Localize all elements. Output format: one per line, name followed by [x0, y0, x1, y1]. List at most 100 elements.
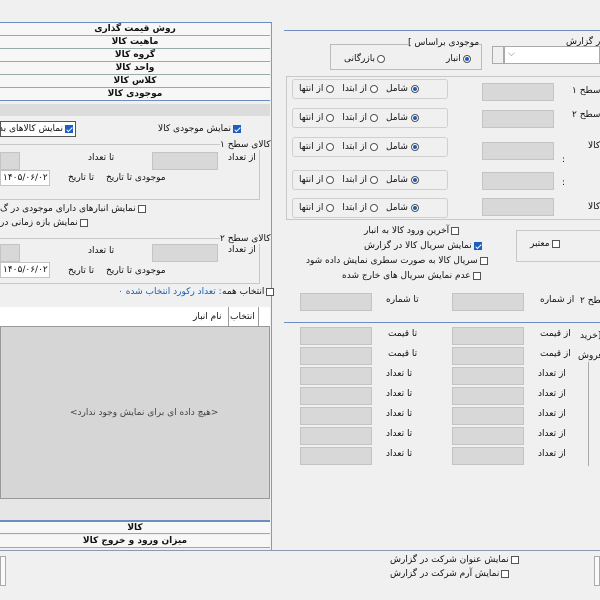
serial-row-checkbox[interactable]: سریال کالا به صورت سطری نمایش داده شود — [306, 256, 490, 266]
filter-mode-1[interactable]: شامل از ابتدا از انتها — [292, 79, 448, 99]
to-price-field-1[interactable] — [300, 327, 372, 345]
opt-include[interactable]: شامل — [386, 175, 421, 185]
radio-icon — [462, 54, 471, 63]
opt-include[interactable]: شامل — [386, 84, 421, 94]
radio-label: شامل — [385, 84, 408, 94]
from-qty-field-1[interactable] — [452, 367, 524, 385]
checkbox-label: معتبر — [530, 239, 550, 249]
report-combo[interactable]: ⌵ — [504, 46, 600, 64]
to-qty-field-5[interactable] — [300, 447, 372, 465]
grid-col-store[interactable]: نام انبار — [193, 312, 222, 322]
to-qty-field-1[interactable] — [300, 367, 372, 385]
opt-from-start[interactable]: از ابتدا — [342, 175, 380, 185]
grid-col-divider — [258, 307, 259, 327]
radio-label: از انتها — [299, 175, 324, 185]
level2-to-date-label: تا تاریخ — [68, 266, 95, 276]
filter-mode-4[interactable]: شامل از ابتدا از انتها — [292, 170, 448, 190]
right-panel-top-line — [284, 30, 600, 31]
opt-commercial-radio[interactable]: بازرگانی — [344, 54, 387, 64]
footer-right-button[interactable] — [594, 556, 600, 586]
header-goods[interactable]: کالا — [0, 521, 270, 534]
opt-from-start[interactable]: از ابتدا — [342, 142, 380, 152]
checkbox-icon — [233, 124, 242, 133]
filter-mode-5[interactable]: شامل از ابتدا از انتها — [292, 198, 448, 218]
opt-include[interactable]: شامل — [386, 203, 421, 213]
opt-from-end[interactable]: از انتها — [299, 84, 336, 94]
opt-include[interactable]: شامل — [386, 113, 421, 123]
radio-icon — [410, 176, 419, 184]
opt-from-end[interactable]: از انتها — [299, 203, 336, 213]
valid-checkbox[interactable]: معتبر — [530, 239, 562, 249]
header-label: میزان ورود و خروج کالا — [82, 536, 188, 546]
radio-icon — [410, 204, 419, 212]
from-qty-label-2: از تعداد — [538, 389, 566, 399]
level2-stock-date-label: موجودی تا تاریخ — [106, 266, 166, 276]
level1-to-qty-field[interactable] — [0, 152, 20, 170]
header-pricing-method[interactable]: روش قیمت گذاری — [0, 23, 270, 36]
show-company-title-checkbox[interactable]: نمایش عنوان شرکت در گزارش — [390, 555, 521, 565]
radio-icon — [326, 143, 335, 151]
to-qty-field-2[interactable] — [300, 387, 372, 405]
from-price-field-2[interactable] — [452, 347, 524, 365]
opt-from-end[interactable]: از انتها — [299, 175, 336, 185]
from-number-field[interactable] — [452, 293, 524, 311]
show-items-box[interactable]: نمایش کالاهای بد — [0, 121, 76, 137]
opt-from-start[interactable]: از ابتدا — [342, 84, 380, 94]
show-company-logo-checkbox[interactable]: نمایش آرم شرکت در گزارش — [390, 569, 511, 579]
store-grid[interactable] — [0, 307, 270, 499]
header-item-nature[interactable]: ماهیت کالا — [0, 36, 270, 49]
to-number-field[interactable] — [300, 293, 372, 311]
show-serial-checkbox[interactable]: نمایش سریال کالا در گزارش — [364, 241, 484, 251]
header-item-group[interactable]: گروه کالا — [0, 49, 270, 62]
level1-date-field[interactable]: ۱۴۰۵/۰۶/۰۲ — [0, 170, 50, 186]
radio-icon — [376, 54, 385, 63]
from-price-field-1[interactable] — [452, 327, 524, 345]
from-qty-field-3[interactable] — [452, 407, 524, 425]
from-qty-field-2[interactable] — [452, 387, 524, 405]
last-entry-checkbox[interactable]: آخرین ورود کالا به انبار — [364, 226, 461, 236]
header-item-unit[interactable]: واحد کالا — [0, 62, 270, 75]
from-price-label-2: از قیمت — [540, 349, 571, 359]
goods-label: کالا — [588, 141, 600, 151]
opt-store-radio[interactable]: انبار — [446, 54, 473, 64]
footer-left-button[interactable] — [0, 556, 6, 586]
header-item-class[interactable]: کلاس کالا — [0, 75, 270, 88]
filter-field-3[interactable] — [482, 142, 554, 160]
hide-out-serial-checkbox[interactable]: عدم نمایش سریال های خارج شده — [342, 271, 483, 281]
to-qty-label-4: تا تعداد — [386, 429, 413, 439]
header-label: ماهیت کالا — [111, 37, 159, 47]
radio-icon — [410, 114, 419, 122]
to-number-label: تا شماره — [386, 295, 419, 305]
radio-label: از انتها — [299, 113, 324, 123]
header-label: کلاس کالا — [113, 76, 157, 86]
opt-from-start[interactable]: از ابتدا — [342, 113, 380, 123]
level1-to-qty-label: تا تعداد — [88, 153, 115, 163]
to-qty-field-3[interactable] — [300, 407, 372, 425]
show-stock-checkbox[interactable]: نمایش موجودی کالا — [158, 124, 243, 134]
opt-from-end[interactable]: از انتها — [299, 113, 336, 123]
opt-from-start[interactable]: از ابتدا — [342, 203, 380, 213]
select-all-checkbox[interactable]: انتخاب همه — [222, 287, 276, 297]
level1-from-qty-field[interactable] — [152, 152, 218, 170]
header-item-stock[interactable]: موجودی کالا — [0, 88, 270, 101]
filter-mode-3[interactable]: شامل از ابتدا از انتها — [292, 137, 448, 157]
opt-include[interactable]: شامل — [386, 142, 421, 152]
show-stores-stock-checkbox[interactable]: نمایش انبارهای دارای موجودی در گ — [0, 204, 148, 214]
filter-field-5[interactable] — [482, 198, 554, 216]
to-price-field-2[interactable] — [300, 347, 372, 365]
from-qty-field-4[interactable] — [452, 427, 524, 445]
level2-from-qty-field[interactable] — [152, 244, 218, 262]
from-qty-field-5[interactable] — [452, 447, 524, 465]
to-qty-field-4[interactable] — [300, 427, 372, 445]
header-in-out[interactable]: میزان ورود و خروج کالا — [0, 535, 270, 548]
level2-to-qty-field[interactable] — [0, 244, 20, 262]
opt-from-end[interactable]: از انتها — [299, 142, 336, 152]
filter-field-1[interactable] — [482, 83, 554, 101]
show-time-range-checkbox[interactable]: نمایش بازه زمانی در — [0, 218, 90, 228]
radio-label: از انتها — [299, 203, 324, 213]
level2-date-field[interactable]: ۱۴۰۵/۰۶/۰۲ — [0, 262, 50, 278]
grid-col-select[interactable]: انتخاب — [230, 312, 255, 322]
filter-field-4[interactable] — [482, 172, 554, 190]
filter-mode-2[interactable]: شامل از ابتدا از انتها — [292, 108, 448, 128]
filter-field-2[interactable] — [482, 110, 554, 128]
